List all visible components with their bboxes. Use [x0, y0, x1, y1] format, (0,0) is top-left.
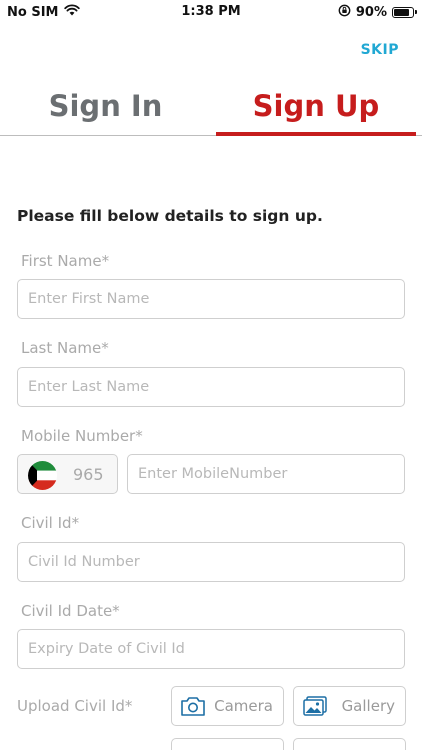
orientation-lock-icon — [338, 4, 351, 21]
kuwait-flag-icon — [28, 461, 57, 490]
mobile-number-label: Mobile Number* — [21, 427, 143, 445]
civil-id-date-label: Civil Id Date* — [21, 602, 120, 620]
last-name-label: Last Name* — [21, 339, 109, 357]
gallery-button[interactable]: Gallery — [293, 686, 406, 726]
civil-id-input[interactable] — [17, 542, 405, 582]
first-name-label: First Name* — [21, 252, 110, 270]
civil-id-date-input[interactable] — [17, 629, 405, 669]
country-code: 965 — [73, 465, 104, 484]
tab-sign-in[interactable]: Sign In — [0, 78, 211, 134]
active-tab-indicator — [216, 132, 416, 136]
second-upload-button-partial[interactable] — [171, 738, 284, 750]
upload-civil-id-label: Upload Civil Id* — [17, 697, 133, 715]
battery-icon — [392, 7, 417, 18]
form-instruction: Please fill below details to sign up. — [17, 207, 323, 225]
status-bar: No SIM 1:38 PM 90% — [0, 0, 422, 24]
camera-label: Camera — [214, 697, 273, 715]
gallery-icon — [303, 696, 327, 716]
first-name-input[interactable] — [17, 279, 405, 319]
mobile-number-input[interactable] — [127, 454, 405, 494]
camera-icon — [181, 697, 205, 716]
battery-level — [394, 9, 409, 16]
last-name-input[interactable] — [17, 367, 405, 407]
skip-button[interactable]: SKIP — [361, 42, 399, 58]
status-right: 90% — [338, 4, 417, 21]
tab-sign-up[interactable]: Sign Up — [216, 78, 416, 134]
battery-percent: 90% — [355, 5, 387, 20]
civil-id-label: Civil Id* — [21, 514, 80, 532]
gallery-label: Gallery — [341, 697, 395, 715]
auth-tabs: Sign In Sign Up — [0, 78, 422, 136]
camera-button[interactable]: Camera — [171, 686, 284, 726]
country-code-selector[interactable]: 965 — [17, 454, 118, 494]
second-upload-button-partial-2[interactable] — [293, 738, 406, 750]
